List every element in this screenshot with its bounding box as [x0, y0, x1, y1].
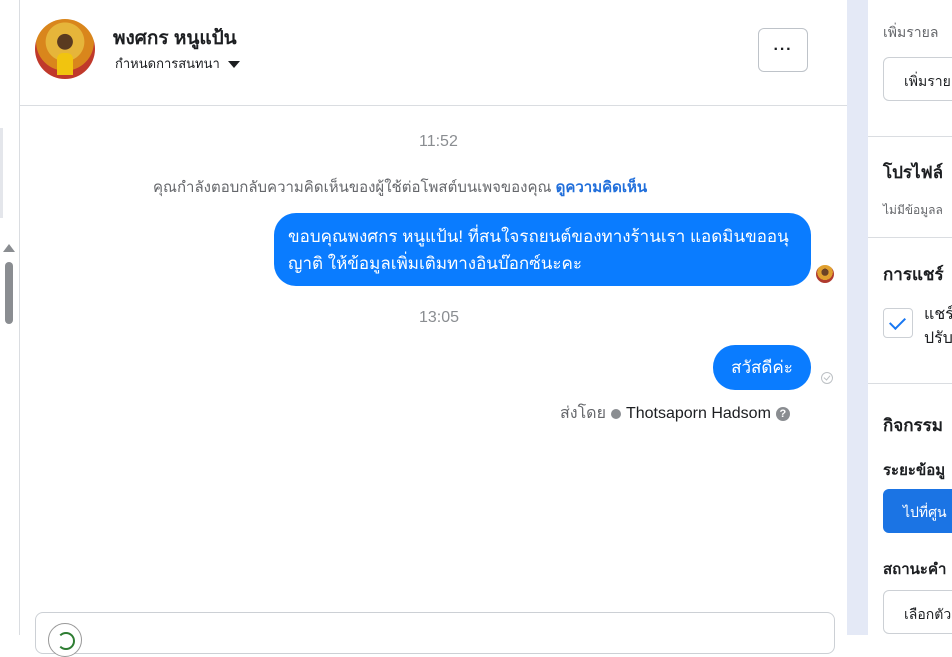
sent-by-line: ส่งโดย Thotsaporn Hadsom ?	[560, 401, 790, 426]
caret-down-icon	[227, 60, 240, 68]
status-select[interactable]: เลือกตัว	[883, 590, 952, 634]
conversation-pane: พงศกร หนูแป้น กำหนดการสนทนา ··· 11:52 คุ…	[20, 0, 847, 657]
assign-conversation-label: กำหนดการสนทนา	[115, 56, 220, 71]
contact-name[interactable]: พงศกร หนูแป้น	[113, 23, 237, 53]
assign-conversation-dropdown[interactable]: กำหนดการสนทนา	[115, 53, 240, 74]
page-avatar	[48, 623, 82, 657]
timestamp: 11:52	[419, 133, 458, 150]
details-panel: เพิ่มรายล เพิ่มราย โปรไฟล์ ไม่มีข้อมูลล …	[868, 0, 952, 635]
more-options-icon: ···	[773, 41, 793, 58]
divider	[868, 136, 952, 137]
add-details-label: เพิ่มรายล	[883, 24, 939, 40]
go-to-center-button[interactable]: ไปที่ศูน	[883, 489, 952, 533]
message-composer[interactable]	[35, 612, 835, 657]
left-edge-tab	[0, 128, 3, 218]
timestamp: 13:05	[419, 309, 460, 326]
share-checkbox[interactable]	[883, 308, 913, 338]
sent-check-icon	[821, 372, 833, 384]
add-details-input[interactable]: เพิ่มราย	[883, 57, 952, 101]
sent-by-agent: Thotsaporn Hadsom	[625, 404, 771, 422]
scrollbar-thumb[interactable]	[5, 262, 13, 324]
status-label: สถานะคำ	[883, 561, 947, 578]
view-comment-link[interactable]: ดูความคิดเห็น	[556, 179, 648, 196]
share-option-line1: แชร์	[924, 306, 952, 323]
system-note: คุณกำลังตอบกลับความคิดเห็นของผู้ใช้ต่อโพ…	[153, 175, 647, 199]
outgoing-message: สวัสดีค่ะ	[713, 345, 811, 390]
divider	[868, 383, 952, 384]
share-option-line2: ปรับ	[924, 330, 952, 347]
activity-heading: กิจกรรม	[883, 416, 944, 435]
profile-heading: โปรไฟล์	[883, 163, 944, 182]
conversation-header: พงศกร หนูแป้น กำหนดการสนทนา ···	[20, 0, 847, 106]
scroll-up-arrow-icon[interactable]	[3, 244, 15, 252]
share-heading: การแชร์	[883, 265, 944, 284]
divider	[868, 237, 952, 238]
profile-note: ไม่มีข้อมูลล	[883, 203, 943, 217]
outgoing-message: ขอบคุณพงศกร หนูแป้น! ที่สนใจรถยนต์ของทาง…	[274, 213, 811, 286]
sent-by-label: ส่งโดย	[560, 405, 606, 422]
more-options-button[interactable]: ···	[758, 28, 808, 72]
left-edge-panel	[0, 0, 20, 635]
seen-avatar	[816, 265, 834, 283]
verified-icon	[610, 408, 621, 419]
contact-avatar[interactable]	[35, 19, 95, 79]
range-label: ระยะข้อมู	[883, 462, 946, 479]
system-note-text: คุณกำลังตอบกลับความคิดเห็นของผู้ใช้ต่อโพ…	[153, 179, 552, 196]
help-icon[interactable]: ?	[775, 406, 790, 421]
panel-divider	[847, 0, 868, 635]
